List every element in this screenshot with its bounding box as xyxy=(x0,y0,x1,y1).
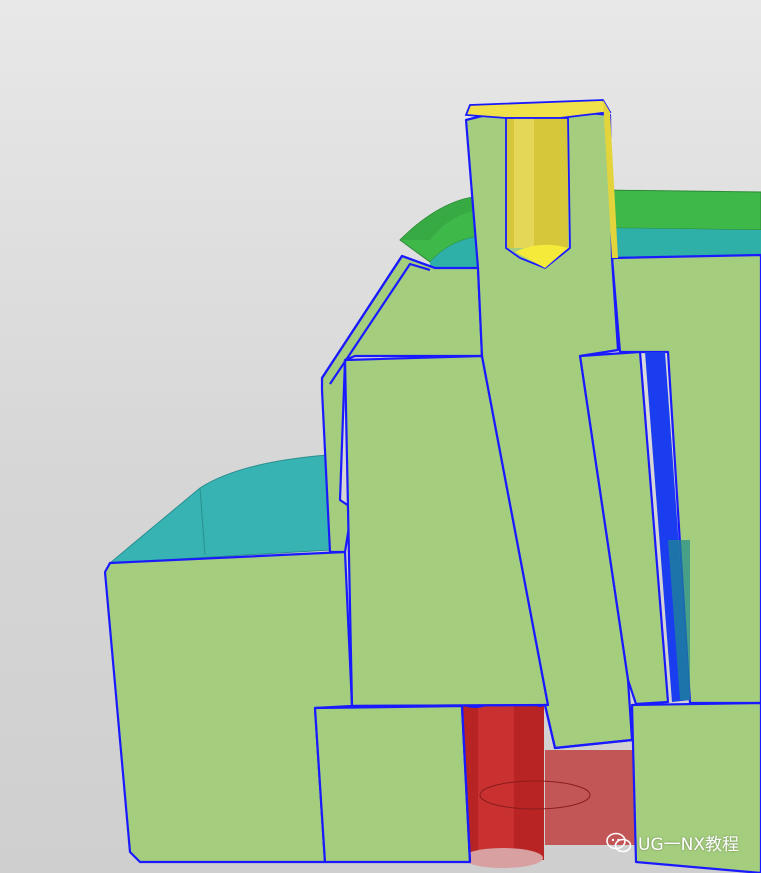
runner-plate-body[interactable] xyxy=(108,454,331,564)
wechat-icon xyxy=(606,832,632,852)
watermark: UG一NX教程 xyxy=(606,830,739,855)
mold-section-view[interactable] xyxy=(0,0,761,873)
cad-graphics-viewport[interactable]: UG一NX教程 xyxy=(0,0,761,873)
watermark-text: UG一NX教程 xyxy=(638,835,739,855)
